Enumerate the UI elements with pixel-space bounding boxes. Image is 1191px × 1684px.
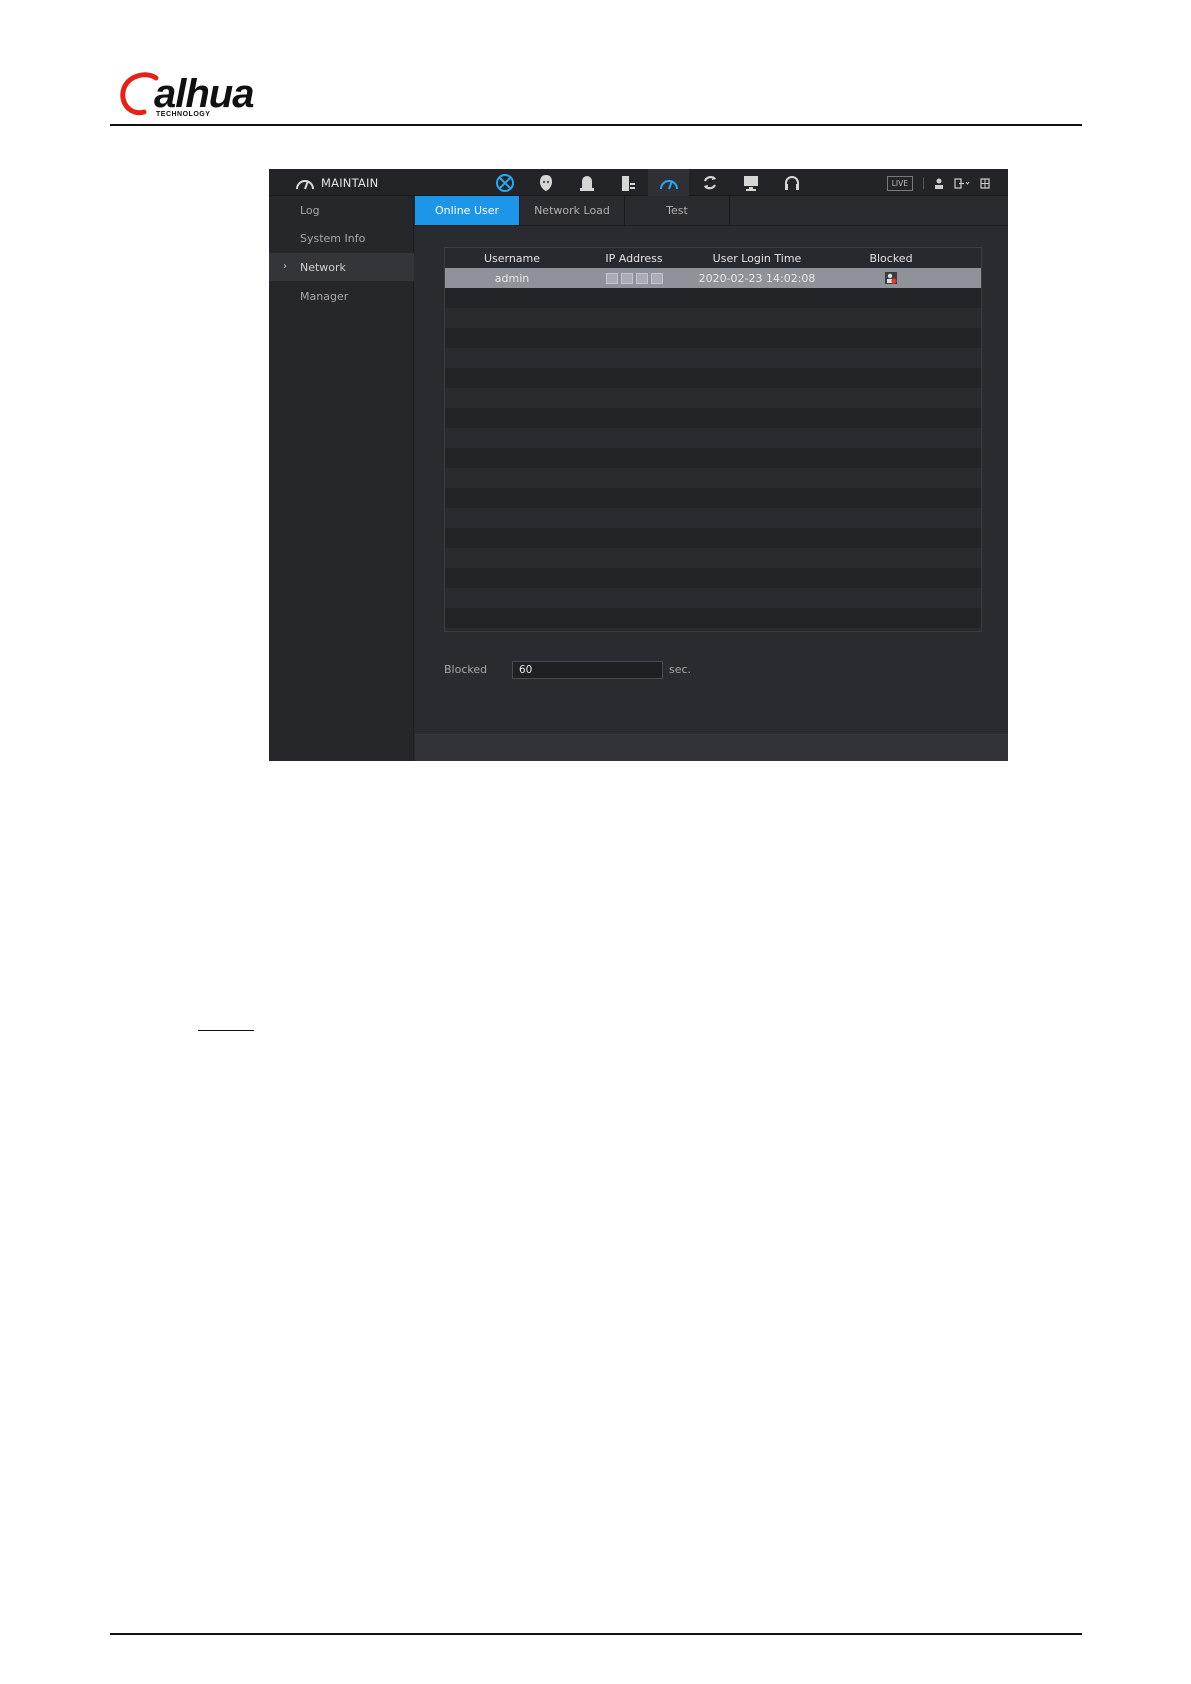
table-row xyxy=(445,448,981,468)
blocked-label: Blocked xyxy=(444,663,488,676)
footer-rule xyxy=(110,1633,1082,1635)
sidebar: Log System Info › Network Manager xyxy=(269,196,414,761)
column-header-username: Username xyxy=(483,251,541,265)
top-bar: MAINTAIN LIVE xyxy=(269,169,1008,196)
maintain-icon[interactable] xyxy=(648,169,689,196)
column-header-blocked: Blocked xyxy=(869,251,913,265)
right-tools: LIVE xyxy=(886,175,990,191)
table-header: Username IP Address User Login Time Bloc… xyxy=(445,248,981,268)
logo-subtitle: TECHNOLOGY xyxy=(156,111,211,118)
main-menu-icons xyxy=(484,169,812,196)
blocked-cell xyxy=(825,268,957,288)
network-icon[interactable] xyxy=(484,169,525,196)
grid-icon[interactable] xyxy=(980,177,990,189)
table-row xyxy=(445,548,981,568)
sidebar-item-log[interactable]: Log xyxy=(269,196,414,224)
table-row xyxy=(445,588,981,608)
header-rule xyxy=(110,124,1082,126)
tab-bar: Online User Network Load Test xyxy=(415,196,1008,226)
tab-test[interactable]: Test xyxy=(625,196,730,225)
table-row xyxy=(445,568,981,588)
tab-network-load[interactable]: Network Load xyxy=(520,196,625,225)
column-header-ip-address: IP Address xyxy=(605,251,663,265)
table-row xyxy=(445,428,981,448)
user-icon[interactable] xyxy=(934,178,944,189)
face-icon[interactable] xyxy=(525,169,566,196)
sidebar-item-label: System Info xyxy=(300,231,366,245)
maintain-gauge-icon xyxy=(296,180,314,190)
ip-address-cell xyxy=(579,268,689,288)
sidebar-item-network[interactable]: › Network xyxy=(269,253,414,281)
divider xyxy=(923,177,924,189)
table-row xyxy=(445,368,981,388)
table-row xyxy=(445,328,981,348)
table-row[interactable]: admin 2020-02-23 14:02:08 xyxy=(445,268,981,288)
maintain-window: MAINTAIN LIVE Log System Info › Network … xyxy=(269,169,1008,761)
table-row xyxy=(445,408,981,428)
blocked-duration-value: 60 xyxy=(519,664,533,676)
logo-wordmark: alhua xyxy=(154,72,254,116)
online-user-table: Username IP Address User Login Time Bloc… xyxy=(444,247,982,632)
table-row xyxy=(445,508,981,528)
column-header-login-time: User Login Time xyxy=(712,251,802,265)
dahua-logo: alhua TECHNOLOGY xyxy=(120,70,260,122)
table-row xyxy=(445,468,981,488)
login-time-cell: 2020-02-23 14:02:08 xyxy=(698,271,816,285)
sidebar-item-label: Manager xyxy=(300,289,349,303)
sidebar-item-manager[interactable]: Manager xyxy=(269,282,414,310)
username-cell: admin xyxy=(494,271,530,285)
page-title: MAINTAIN xyxy=(321,176,379,190)
table-row xyxy=(445,388,981,408)
blocked-duration-input[interactable]: 60 xyxy=(512,661,663,679)
note-rule xyxy=(198,1030,254,1031)
table-row xyxy=(445,488,981,508)
table-row xyxy=(445,528,981,548)
block-user-icon[interactable] xyxy=(885,272,897,284)
table-row xyxy=(445,308,981,328)
brand: MAINTAIN xyxy=(295,174,378,192)
alarm-icon[interactable] xyxy=(566,169,607,196)
chevron-right-icon: › xyxy=(283,261,287,272)
display-icon[interactable] xyxy=(730,169,771,196)
storage-icon[interactable] xyxy=(607,169,648,196)
blocked-unit: sec. xyxy=(669,663,692,676)
footer-bar xyxy=(415,734,1008,761)
ip-address-mask xyxy=(605,272,663,284)
audio-icon[interactable] xyxy=(771,169,812,196)
backup-icon[interactable] xyxy=(689,169,730,196)
table-row xyxy=(445,348,981,368)
table-row xyxy=(445,608,981,628)
live-button[interactable]: LIVE xyxy=(886,175,913,191)
sidebar-item-label: Log xyxy=(300,203,320,217)
logout-icon[interactable] xyxy=(954,177,970,189)
sidebar-item-system-info[interactable]: System Info xyxy=(269,224,414,252)
sidebar-item-label: Network xyxy=(300,260,346,274)
table-row xyxy=(445,288,981,308)
tab-online-user[interactable]: Online User xyxy=(415,196,520,225)
